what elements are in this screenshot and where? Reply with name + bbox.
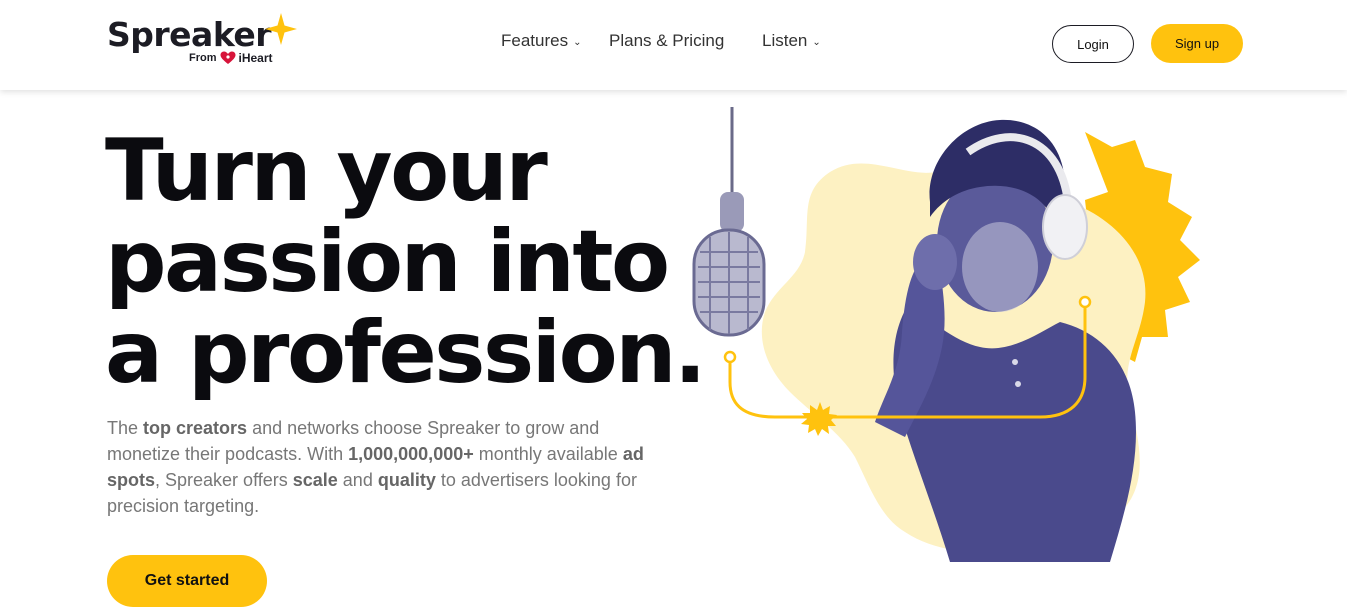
headphone-cup-right	[1042, 194, 1088, 260]
hero-description: The top creators and networks choose Spr…	[107, 415, 677, 519]
signup-button[interactable]: Sign up	[1151, 24, 1243, 63]
hero-title-line: a profession.	[105, 303, 707, 403]
desc-bold: scale	[292, 470, 338, 490]
chevron-down-icon: ⌄	[573, 36, 582, 48]
person-hand	[913, 234, 957, 290]
hero-illustration	[692, 107, 1200, 562]
desc-bold: 1,000,000,000+	[348, 444, 474, 464]
star-icon	[265, 13, 297, 45]
nav-item-features[interactable]: Features ⌄	[501, 31, 581, 51]
shirt-button	[1012, 359, 1018, 365]
hero-title-line: Turn your	[105, 121, 548, 221]
chevron-down-icon: ⌄	[812, 36, 821, 48]
login-button[interactable]: Login	[1052, 25, 1134, 63]
iheart-icon	[220, 51, 235, 64]
desc-bold: quality	[377, 470, 436, 490]
nav-item-listen[interactable]: Listen ⌄	[762, 31, 821, 51]
desc-text: , Spreaker offers	[155, 470, 293, 490]
logo-from-label: From	[189, 52, 217, 64]
logo-wordmark: Spreaker	[107, 15, 272, 54]
desc-text: and	[337, 470, 378, 490]
shirt-button	[1015, 381, 1021, 387]
desc-text: monthly available	[473, 444, 623, 464]
cable-end-right	[1078, 295, 1092, 309]
desc-text: The	[107, 418, 144, 438]
nav-item-label: Plans & Pricing	[609, 31, 725, 50]
mic-mount	[720, 192, 744, 232]
spreaker-logo[interactable]: Spreaker From iHeart	[107, 12, 297, 72]
nav-item-label: Listen	[762, 31, 808, 50]
nav-item-label: Features	[501, 31, 569, 50]
site-header: Spreaker From iHeart Features ⌄ Plans & …	[0, 0, 1347, 90]
nav-item-plans-pricing[interactable]: Plans & Pricing	[609, 31, 724, 51]
person-face-highlight	[962, 222, 1038, 312]
hero-title-line: passion into	[105, 212, 670, 312]
logo-from-iheart: From iHeart	[189, 51, 273, 65]
desc-bold: top creators	[143, 418, 248, 438]
logo-brand: iHeart	[238, 51, 273, 65]
hero-title: Turn your passion into a profession.	[105, 121, 707, 403]
cable-end-left	[723, 350, 737, 364]
get-started-button[interactable]: Get started	[107, 555, 267, 607]
